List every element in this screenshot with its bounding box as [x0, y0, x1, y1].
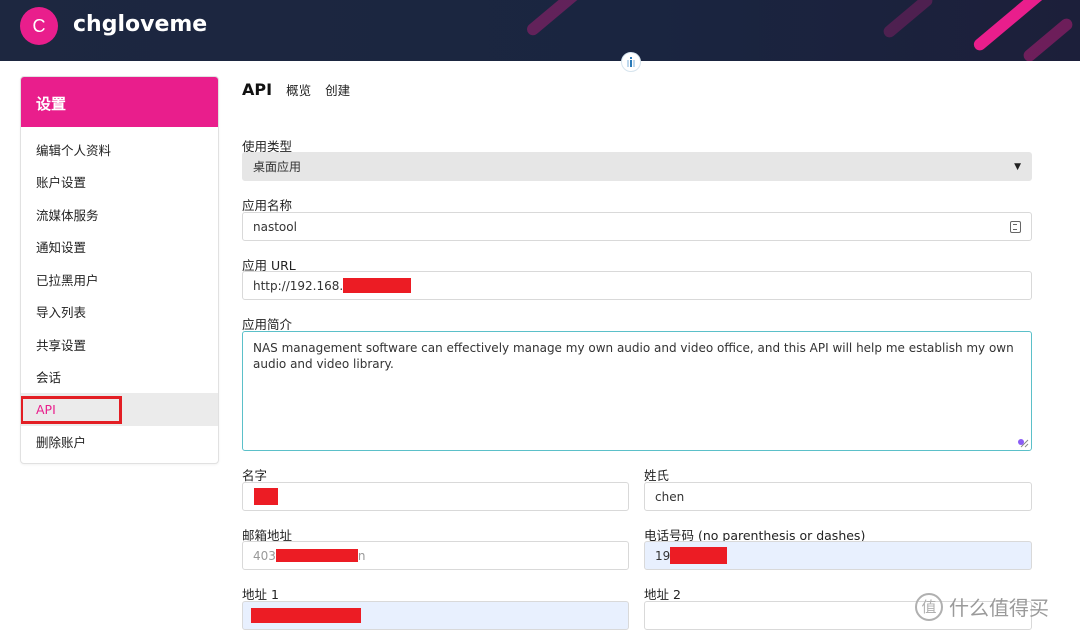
email-input[interactable]: 403 n — [242, 541, 629, 570]
resize-handle-icon[interactable] — [1020, 439, 1029, 448]
sidebar-item-streaming-services[interactable]: 流媒体服务 — [21, 198, 218, 231]
app-url-value: http://192.168. — [253, 278, 344, 293]
page-tabs: API 概览 创建 — [242, 80, 364, 99]
sidebar-item-delete-account[interactable]: 删除账户 — [21, 426, 218, 459]
tab-create[interactable]: 创建 — [325, 80, 350, 99]
sidebar-item-blocked-users[interactable]: 已拉黑用户 — [21, 263, 218, 296]
app-intro-value: NAS management software can effectively … — [253, 341, 1014, 371]
watermark-logo-icon: 值 — [915, 592, 943, 621]
app-url-input[interactable]: http://192.168. — [242, 271, 1032, 300]
username[interactable]: chgloveme — [73, 12, 207, 37]
sidebar-item-notifications[interactable]: 通知设置 — [21, 231, 218, 264]
phone-prefix: 19 — [655, 548, 671, 563]
avatar[interactable]: C — [20, 7, 58, 45]
dropdown-caret-icon: ▼ — [1014, 161, 1021, 172]
app-intro-textarea[interactable]: NAS management software can effectively … — [242, 331, 1032, 451]
address1-input[interactable] — [242, 601, 629, 630]
sidebar-item-account-settings[interactable]: 账户设置 — [21, 166, 218, 199]
phone-input[interactable]: 19 — [644, 541, 1032, 570]
app-name-value: nastool — [253, 219, 297, 234]
redaction-mark — [670, 547, 728, 564]
document-icon[interactable] — [1010, 220, 1021, 233]
sidebar-item-api[interactable]: API — [21, 393, 218, 426]
decor-stripe — [524, 0, 588, 38]
watermark-text: 什么值得买 — [949, 596, 1049, 620]
redaction-mark — [251, 608, 361, 623]
settings-sidebar: 设置 编辑个人资料 账户设置 流媒体服务 通知设置 已拉黑用户 导入列表 共享设… — [20, 76, 219, 464]
decor-stripe — [1021, 16, 1075, 61]
email-prefix: 403 — [253, 548, 276, 563]
usage-type-select[interactable]: 桌面应用 ▼ — [242, 152, 1032, 181]
last-name-input[interactable]: chen — [644, 482, 1032, 511]
last-name-value: chen — [655, 489, 685, 504]
annotation-highlight-box — [21, 396, 122, 424]
usage-type-value: 桌面应用 — [253, 160, 302, 174]
first-name-input[interactable] — [242, 482, 629, 511]
app-name-input[interactable]: nastool — [242, 212, 1032, 241]
sidebar-item-import-lists[interactable]: 导入列表 — [21, 296, 218, 329]
sidebar-title: 设置 — [21, 77, 218, 127]
email-suffix: n — [357, 548, 366, 563]
redaction-mark — [275, 549, 358, 562]
sidebar-item-edit-profile[interactable]: 编辑个人资料 — [21, 133, 218, 166]
redaction-mark — [254, 488, 278, 505]
tab-overview[interactable]: 概览 — [286, 80, 311, 99]
redaction-mark — [343, 278, 412, 293]
sidebar-item-sharing[interactable]: 共享设置 — [21, 328, 218, 361]
top-header: C chgloveme — [0, 0, 1080, 61]
info-icon[interactable] — [621, 52, 641, 72]
watermark: 值 什么值得买 — [915, 592, 1049, 621]
tab-api[interactable]: API — [242, 80, 272, 99]
decor-stripe — [881, 0, 935, 40]
sidebar-item-sessions[interactable]: 会话 — [21, 361, 218, 394]
